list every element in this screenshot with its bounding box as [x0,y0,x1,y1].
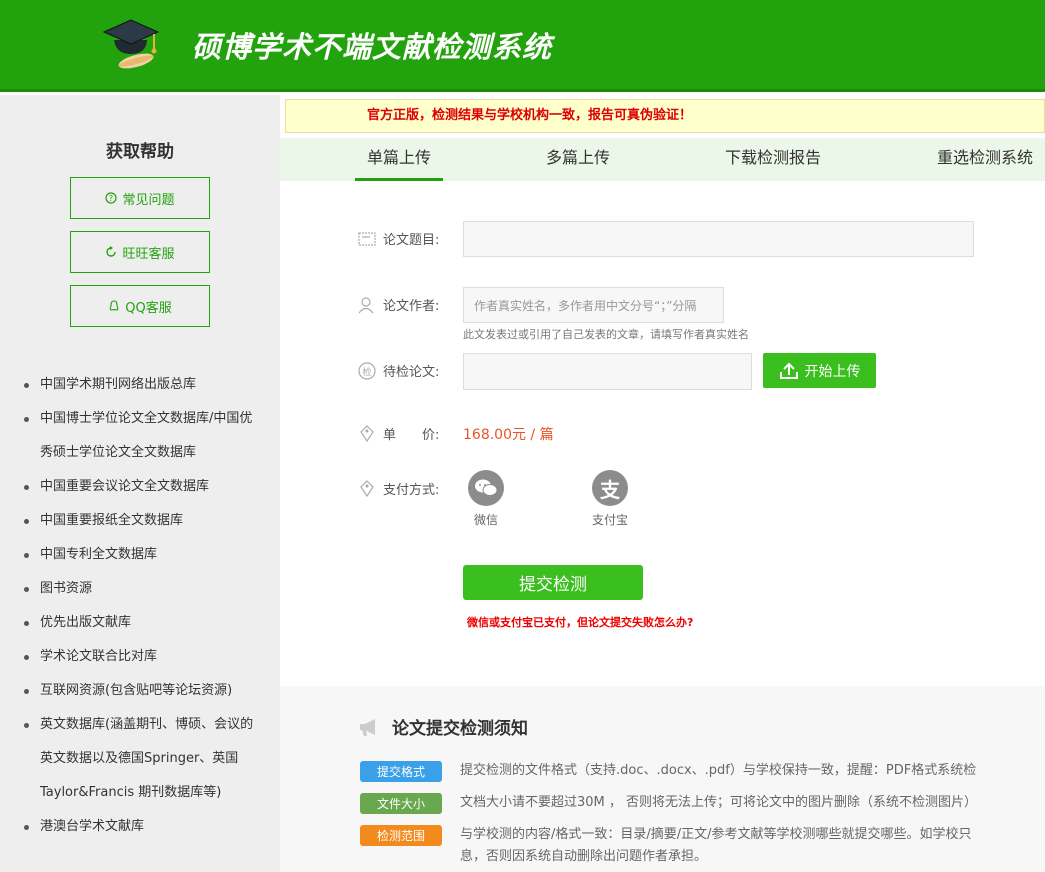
price-value: 168.00元 / 篇 [463,427,554,443]
payment-label-row: 支付方式: [358,479,439,498]
tab-download-report[interactable]: 下载检测报告 [718,138,828,181]
check-circle-icon: 检 [358,361,376,380]
qq-label: QQ客服 [125,300,172,316]
price-label: 单 价: [383,428,440,443]
badge-size: 文件大小 [360,793,442,814]
title-label-row: 论文题目: [358,229,439,248]
notes-title: 论文提交检测须知 [392,719,528,739]
site-title: 硕博学术不端文献检测系统 [192,30,553,64]
graduation-cap-logo-icon [102,19,160,69]
official-notice-banner: 官方正版，检测结果与学校机构一致，报告可真伪验证！ [285,99,1045,133]
question-circle-icon: ? [105,192,118,204]
price-label-row: 单 价: [358,424,439,443]
author-label-row: 论文作者: [358,295,439,314]
database-list: 中国学术期刊网络出版总库 中国博士学位论文全文数据库/中国优秀硕士学位论文全文数… [22,368,262,844]
wechat-icon [468,470,504,506]
qq-service-button[interactable]: QQ客服 [70,285,210,327]
title-input[interactable] [463,221,974,257]
sidebar: 获取帮助 ? 常见问题 旺旺客服 QQ客服 中国学术期刊网络出版总库 中国博士学… [0,95,280,872]
list-item: 学术论文联合比对库 [22,640,262,674]
payment-failure-help-link[interactable]: 微信或支付宝已支付，但论文提交失败怎么办? [467,614,693,630]
tag-icon [360,424,374,442]
badge-format: 提交格式 [360,761,442,782]
list-item: 优先出版文献库 [22,606,262,640]
file-input[interactable] [463,353,752,390]
note-format-text: 提交检测的文件格式（支持.doc、.docx、.pdf）与学校保持一致，提醒：P… [460,763,977,778]
megaphone-icon [360,718,375,736]
note-scope-text: 与学校测的内容/格式一致：目录/摘要/正文/参考文献等学校测哪些就提交哪些。如学… [460,827,972,842]
qq-penguin-icon [109,300,119,311]
list-item: 中国专利全文数据库 [22,538,262,572]
list-item: 互联网资源(包含贴吧等论坛资源) [22,674,262,708]
alipay-label: 支付宝 [591,513,628,527]
refresh-circle-icon [106,246,117,257]
title-label: 论文题目: [383,233,440,248]
svg-text:?: ? [109,194,113,203]
faq-button[interactable]: ? 常见问题 [70,177,210,219]
wechat-label: 微信 [473,513,498,527]
faq-label: 常见问题 [122,192,175,208]
wangwang-label: 旺旺客服 [122,246,175,262]
submit-check-button[interactable]: 提交检测 [463,565,643,600]
upload-tabs: 单篇上传 多篇上传 下载检测报告 重选检测系统 [280,138,1045,181]
user-icon [358,296,374,313]
badge-scope: 检测范围 [360,825,442,846]
tag-icon [360,479,374,497]
site-header: 硕博学术不端文献检测系统 [0,0,1045,92]
tab-multi-upload[interactable]: 多篇上传 [538,138,618,181]
document-icon [358,232,376,245]
file-label-row: 检 待检论文: [358,361,439,380]
list-item: 港澳台学术文献库 [22,810,262,844]
file-label: 待检论文: [383,365,440,380]
list-item: 中国重要会议论文全文数据库 [22,470,262,504]
start-upload-label: 开始上传 [804,363,861,380]
list-item: 中国重要报纸全文数据库 [22,504,262,538]
author-input[interactable]: 作者真实姓名，多作者用中文分号“；”分隔 [463,287,724,323]
upload-icon [779,362,798,379]
svg-text:检: 检 [362,366,371,378]
payment-label: 支付方式: [383,483,440,498]
tab-single-upload[interactable]: 单篇上传 [355,138,443,181]
alipay-option[interactable]: 支 支付宝 [580,470,640,528]
alipay-icon: 支 [592,470,628,506]
list-item: 中国博士学位论文全文数据库/中国优秀硕士学位论文全文数据库 [22,402,262,470]
wechat-pay-option[interactable]: 微信 [456,470,516,528]
help-title: 获取帮助 [106,142,174,162]
list-item: 中国学术期刊网络出版总库 [22,368,262,402]
start-upload-button[interactable]: 开始上传 [763,353,876,388]
author-hint: 此文发表过或引用了自己发表的文章，请填写作者真实姓名 [463,328,749,341]
notes-title-row: 论文提交检测须知 [358,714,528,739]
note-size-text: 文档大小请不要超过30M ， 否则将无法上传；可将论文中的图片删除（系统不检测图… [460,795,978,810]
wangwang-service-button[interactable]: 旺旺客服 [70,231,210,273]
tab-reselect-system[interactable]: 重选检测系统 [930,138,1040,181]
list-item: 英文数据库(涵盖期刊、博硕、会议的英文数据以及德国Springer、英国Tayl… [22,708,262,810]
note-scope-text-2: 息，否则因系统自动删除出问题作者承担。 [460,849,708,864]
list-item: 图书资源 [22,572,262,606]
author-label: 论文作者: [383,299,440,314]
